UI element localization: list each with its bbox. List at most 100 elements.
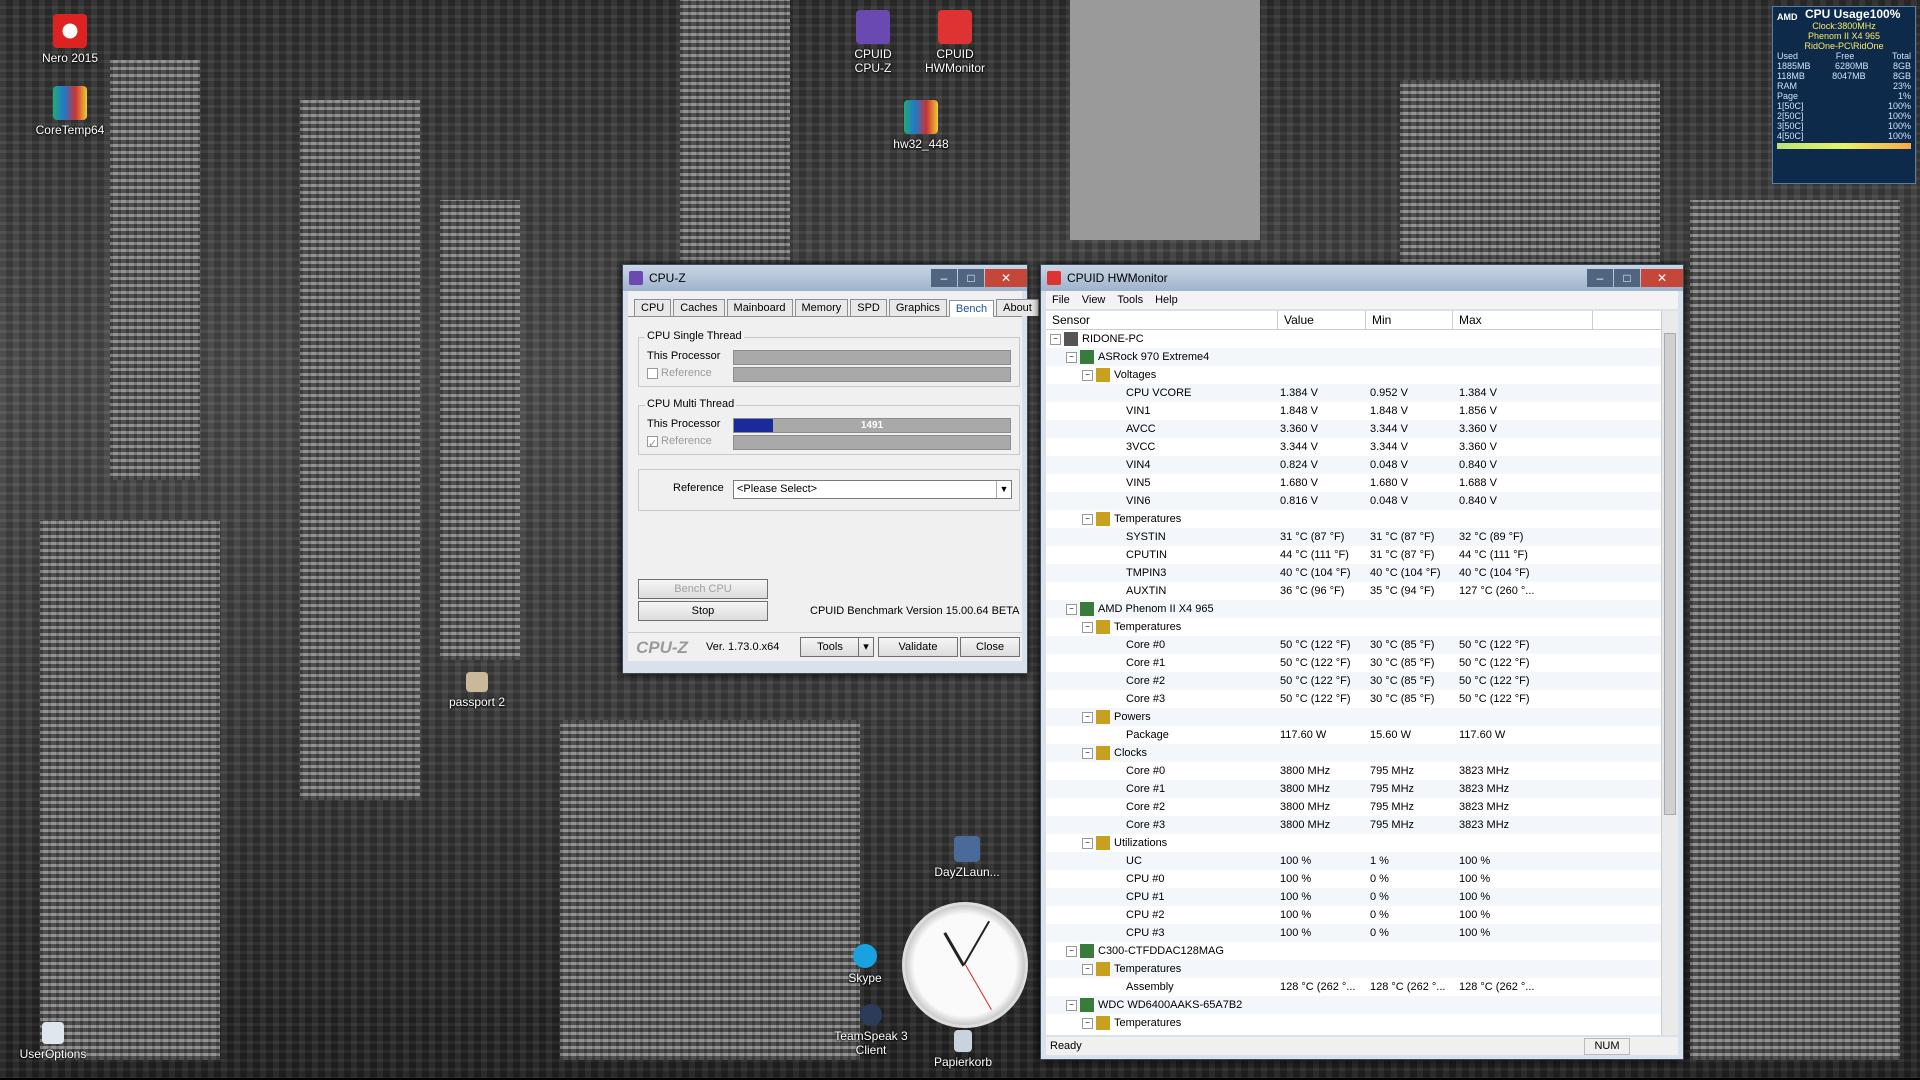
sensor-row[interactable]: CPU #1 100 % 0 % 100 % (1046, 888, 1678, 906)
collapse-toggle-icon[interactable]: − (1066, 603, 1077, 615)
minimize-button[interactable]: – (1587, 269, 1613, 287)
sensor-row[interactable]: Core #0 3800 MHz 795 MHz 3823 MHz (1046, 762, 1678, 780)
hwmonitor-titlebar[interactable]: CPUID HWMonitor – □ ✕ (1041, 265, 1683, 291)
sensor-row[interactable]: CPU VCORE 1.384 V 0.952 V 1.384 V (1046, 384, 1678, 402)
sensor-row[interactable]: Core #1 50 °C (122 °F) 30 °C (85 °F) 50 °C … (1046, 654, 1678, 672)
sensor-row[interactable]: Package 117.60 W 15.60 W 117.60 W (1046, 726, 1678, 744)
sensor-row[interactable]: Core #3 50 °C (122 °F) 30 °C (85 °F) 50 °C … (1046, 690, 1678, 708)
desktop-icon-hwmonitor[interactable]: CPUID HWMonitor (910, 10, 1000, 75)
hwmonitor-window[interactable]: CPUID HWMonitor – □ ✕ File View Tools He… (1040, 264, 1684, 1060)
sensor-group-row[interactable]: − RIDONE-PC (1046, 330, 1678, 348)
desktop-icon-dayz[interactable]: DayZLaun... (922, 836, 1012, 879)
close-window-button[interactable]: ✕ (1641, 269, 1683, 287)
tools-button[interactable]: Tools (800, 637, 860, 657)
sensor-group-row[interactable]: − Clocks (1046, 744, 1678, 762)
collapse-toggle-icon[interactable]: − (1082, 747, 1093, 759)
bench-cpu-button[interactable]: Bench CPU (638, 579, 768, 599)
tab-about[interactable]: About (996, 299, 1039, 316)
desktop-icon-useroptions[interactable]: UserOptions (8, 1022, 98, 1061)
sensor-row[interactable]: 3VCC 3.344 V 3.344 V 3.360 V (1046, 438, 1678, 456)
sensor-row[interactable]: VIN1 1.848 V 1.848 V 1.856 V (1046, 402, 1678, 420)
sensor-group-row[interactable]: − C300-CTFDDAC128MAG (1046, 942, 1678, 960)
collapse-toggle-icon[interactable]: − (1082, 963, 1093, 975)
sensor-row[interactable]: CPU #3 100 % 0 % 100 % (1046, 924, 1678, 942)
col-min[interactable]: Min (1366, 311, 1453, 329)
desktop-icon-coretemp[interactable]: CoreTemp64 (25, 86, 115, 137)
sensor-row[interactable]: Core #1 3800 MHz 795 MHz 3823 MHz (1046, 780, 1678, 798)
sensor-row[interactable]: VIN4 0.824 V 0.048 V 0.840 V (1046, 456, 1678, 474)
collapse-toggle-icon[interactable]: − (1082, 1017, 1093, 1029)
sensor-group-row[interactable]: − Temperatures (1046, 510, 1678, 528)
col-max[interactable]: Max (1453, 311, 1593, 329)
sensor-tree[interactable]: Sensor Value Min Max − RIDONE-PC − ASRock 9… (1046, 311, 1678, 1035)
sensor-row[interactable]: CPU #0 100 % 0 % 100 % (1046, 870, 1678, 888)
minimize-button[interactable]: – (931, 269, 957, 287)
sensor-group-row[interactable]: − Temperatures (1046, 618, 1678, 636)
desktop-icon-passport[interactable]: passport 2 (432, 672, 522, 709)
menu-tools[interactable]: Tools (1111, 291, 1149, 309)
sensor-row[interactable]: VIN5 1.680 V 1.680 V 1.688 V (1046, 474, 1678, 492)
sensor-row[interactable]: VIN6 0.816 V 0.048 V 0.840 V (1046, 492, 1678, 510)
sensor-group-row[interactable]: − ASRock 970 Extreme4 (1046, 348, 1678, 366)
stop-button[interactable]: Stop (638, 601, 768, 621)
multi-reference-checkbox[interactable]: ✓ (647, 435, 658, 450)
collapse-toggle-icon[interactable]: − (1082, 513, 1093, 525)
sensor-group-row[interactable]: − Powers (1046, 708, 1678, 726)
collapse-toggle-icon[interactable]: − (1066, 351, 1077, 363)
sensor-row[interactable]: TMPIN3 40 °C (104 °F) 40 °C (104 °F) 40 °C … (1046, 564, 1678, 582)
tab-bench[interactable]: Bench (948, 300, 995, 317)
desktop-icon-hw32[interactable]: hw32_448 (876, 100, 966, 151)
tools-dropdown-button[interactable]: ▾ (858, 637, 874, 657)
col-sensor[interactable]: Sensor (1046, 311, 1278, 329)
tab-cpu[interactable]: CPU (634, 299, 672, 316)
collapse-toggle-icon[interactable]: − (1066, 945, 1077, 957)
desktop-icon-teamspeak[interactable]: TeamSpeak 3 Client (826, 1004, 916, 1057)
reference-select[interactable]: <Please Select> ▼ (733, 480, 1012, 499)
sensor-group-row[interactable]: − Voltages (1046, 366, 1678, 384)
sensor-row[interactable]: UC 100 % 1 % 100 % (1046, 852, 1678, 870)
sensor-row[interactable]: AVCC 3.360 V 3.344 V 3.360 V (1046, 420, 1678, 438)
sensor-group-row[interactable]: − Temperatures (1046, 960, 1678, 978)
cpu-usage-gadget[interactable]: AMD CPU Usage100% Clock:3800MHz Phenom I… (1772, 6, 1916, 184)
collapse-toggle-icon[interactable]: − (1066, 999, 1077, 1011)
single-reference-checkbox[interactable] (647, 367, 658, 379)
sensor-row[interactable]: AUXTIN 36 °C (96 °F) 35 °C (94 °F) 127 °C (… (1046, 582, 1678, 600)
close-button[interactable]: Close (960, 637, 1020, 657)
sensor-row[interactable]: Core #3 3800 MHz 795 MHz 3823 MHz (1046, 816, 1678, 834)
sensor-row[interactable]: Core #2 3800 MHz 795 MHz 3823 MHz (1046, 798, 1678, 816)
sensor-row[interactable]: CPU #2 100 % 0 % 100 % (1046, 906, 1678, 924)
vertical-scrollbar[interactable] (1661, 311, 1678, 1035)
maximize-button[interactable]: □ (958, 269, 984, 287)
sensor-row[interactable]: SYSTIN 31 °C (87 °F) 31 °C (87 °F) 32 °C (8… (1046, 528, 1678, 546)
sensor-group-row[interactable]: − Temperatures (1046, 1014, 1678, 1032)
scrollbar-thumb[interactable] (1664, 333, 1676, 815)
sensor-group-row[interactable]: − AMD Phenom II X4 965 (1046, 600, 1678, 618)
tab-graphics[interactable]: Graphics (888, 299, 947, 316)
collapse-toggle-icon[interactable]: − (1082, 711, 1093, 723)
validate-button[interactable]: Validate (878, 637, 958, 657)
collapse-toggle-icon[interactable]: − (1082, 621, 1093, 633)
desktop-icon-nero[interactable]: Nero 2015 (25, 14, 115, 65)
tab-spd[interactable]: SPD (850, 299, 887, 316)
sensor-row[interactable]: Core #2 50 °C (122 °F) 30 °C (85 °F) 50 °C … (1046, 672, 1678, 690)
col-value[interactable]: Value (1278, 311, 1366, 329)
clock-gadget[interactable] (902, 902, 1028, 1028)
collapse-toggle-icon[interactable]: − (1050, 333, 1061, 345)
tab-mainboard[interactable]: Mainboard (726, 299, 793, 316)
desktop-icon-skype[interactable]: Skype (820, 944, 910, 985)
sensor-group-row[interactable]: − WDC WD6400AAKS-65A7B2 (1046, 996, 1678, 1014)
sensor-row[interactable]: CPUTIN 44 °C (111 °F) 31 °C (87 °F) 44 °C (… (1046, 546, 1678, 564)
cpuz-window[interactable]: CPU-Z – □ ✕ CPU Caches Mainboard Memory … (622, 264, 1039, 674)
cpuz-titlebar[interactable]: CPU-Z – □ ✕ (623, 265, 1027, 291)
collapse-toggle-icon[interactable]: − (1082, 369, 1093, 381)
tab-memory[interactable]: Memory (794, 299, 849, 316)
tab-caches[interactable]: Caches (673, 299, 725, 316)
collapse-toggle-icon[interactable]: − (1082, 837, 1093, 849)
desktop-icon-recycle-bin[interactable]: Papierkorb (918, 1030, 1008, 1069)
maximize-button[interactable]: □ (1614, 269, 1640, 287)
menu-file[interactable]: File (1046, 291, 1076, 309)
menu-help[interactable]: Help (1149, 291, 1184, 309)
sensor-row[interactable]: Assembly 128 °C (262 °... 128 °C (262 °...… (1046, 978, 1678, 996)
menu-view[interactable]: View (1076, 291, 1112, 309)
sensor-group-row[interactable]: − Utilizations (1046, 834, 1678, 852)
